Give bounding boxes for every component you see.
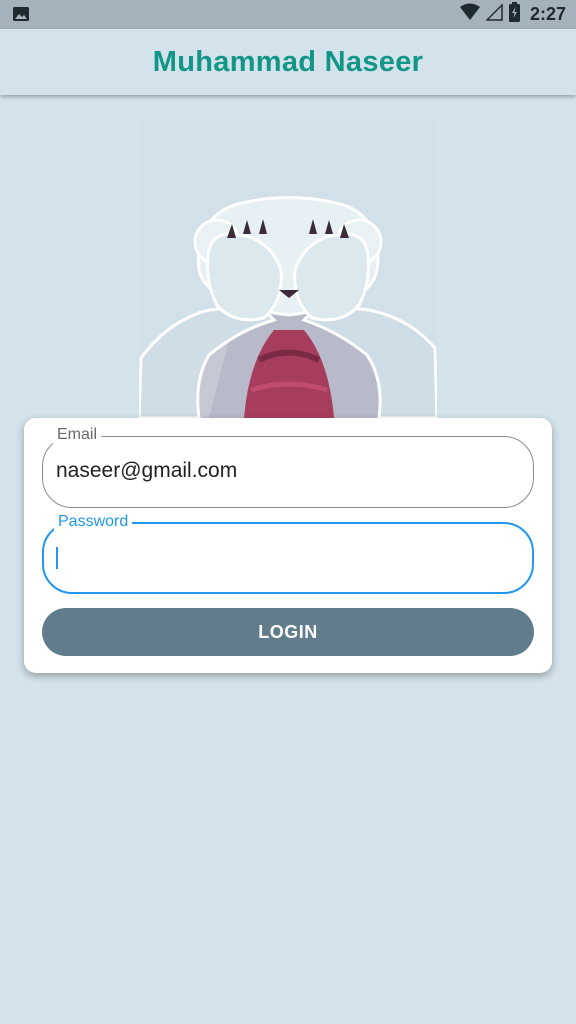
password-field[interactable]: Password [42, 513, 534, 594]
app-bar: Muhammad Naseer [0, 29, 576, 95]
login-button[interactable]: LOGIN [42, 608, 534, 656]
status-time: 2:27 [529, 4, 566, 24]
text-cursor [56, 547, 58, 569]
status-bar: 2:27 [0, 0, 576, 29]
app-title: Muhammad Naseer [152, 45, 424, 78]
wifi-icon [459, 3, 480, 26]
bear-covering-eyes-illustration [139, 120, 437, 418]
password-label: Password [54, 513, 133, 531]
email-label: Email [53, 426, 102, 444]
login-card: Email naseer@gmail.com Password LOGIN [24, 418, 552, 673]
battery-icon [508, 2, 520, 27]
email-field[interactable]: Email naseer@gmail.com [42, 426, 534, 508]
image-icon [13, 7, 29, 21]
email-value[interactable]: naseer@gmail.com [56, 459, 237, 483]
signal-icon [485, 3, 503, 26]
